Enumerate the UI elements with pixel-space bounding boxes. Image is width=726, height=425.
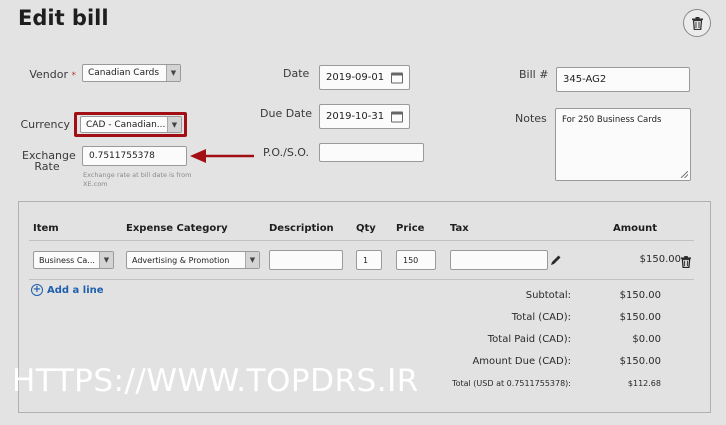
exchange-rate-label: Exchange Rate bbox=[22, 149, 76, 173]
po-so-label: P.O./S.O. bbox=[263, 146, 310, 159]
exchange-rate-hint: Exchange rate at bill date is from XE.co… bbox=[83, 171, 192, 188]
trash-icon bbox=[691, 16, 703, 30]
notes-label: Notes bbox=[515, 112, 547, 125]
notes-textarea[interactable]: For 250 Business Cards bbox=[555, 108, 691, 181]
total-usd-value: $112.68 bbox=[627, 379, 661, 388]
exchange-rate-input[interactable]: 0.7511755378 bbox=[82, 146, 187, 166]
header-divider bbox=[29, 240, 694, 241]
table-row: Business Ca... ▼ Advertising & Promotion… bbox=[19, 242, 709, 278]
add-line-label: Add a line bbox=[47, 284, 104, 296]
add-line-button[interactable]: + Add a line bbox=[31, 284, 104, 296]
total-paid-value: $0.00 bbox=[632, 334, 661, 345]
item-select[interactable]: Business Ca... ▼ bbox=[33, 251, 114, 269]
amount-due-value: $150.00 bbox=[619, 356, 661, 367]
column-header-amount: Amount bbox=[613, 223, 658, 234]
total-cad-value: $150.00 bbox=[619, 312, 661, 323]
bill-number-label: Bill # bbox=[519, 68, 549, 81]
column-header-item: Item bbox=[33, 223, 59, 234]
expense-category-select[interactable]: Advertising & Promotion ▼ bbox=[126, 251, 260, 269]
column-header-expense-category: Expense Category bbox=[126, 223, 228, 234]
subtotal-value: $150.00 bbox=[619, 290, 661, 301]
currency-label: Currency bbox=[20, 118, 70, 131]
notes-value: For 250 Business Cards bbox=[562, 115, 662, 125]
calendar-icon[interactable] bbox=[391, 72, 403, 83]
row-amount: $150.00 bbox=[639, 254, 681, 265]
caret-down-icon: ▼ bbox=[167, 117, 181, 132]
due-date-label: Due Date bbox=[260, 107, 312, 120]
bill-number-input[interactable]: 345-AG2 bbox=[556, 67, 690, 92]
column-header-price: Price bbox=[396, 223, 425, 234]
calendar-icon[interactable] bbox=[391, 111, 403, 122]
po-so-input[interactable] bbox=[319, 143, 424, 162]
due-date-value: 2019-10-31 bbox=[326, 111, 385, 122]
vendor-label: Vendor * bbox=[29, 68, 76, 81]
qty-input[interactable]: 1 bbox=[356, 250, 382, 270]
description-input[interactable] bbox=[269, 250, 343, 270]
subtotal-label: Subtotal: bbox=[525, 290, 571, 301]
pencil-icon[interactable] bbox=[550, 254, 562, 266]
column-header-description: Description bbox=[269, 223, 334, 234]
watermark-text: HTTPS://WWW.TOPDRS.IR bbox=[12, 363, 419, 399]
vendor-select[interactable]: Canadian Cards ▼ bbox=[82, 64, 181, 82]
resize-handle-icon[interactable] bbox=[681, 171, 688, 178]
delete-bill-button[interactable] bbox=[683, 9, 711, 37]
total-paid-label: Total Paid (CAD): bbox=[487, 334, 571, 345]
due-date-input[interactable]: 2019-10-31 bbox=[319, 104, 410, 129]
plus-circle-icon: + bbox=[31, 284, 43, 296]
total-cad-label: Total (CAD): bbox=[511, 312, 571, 323]
expense-category-value: Advertising & Promotion bbox=[132, 255, 230, 265]
caret-down-icon: ▼ bbox=[245, 252, 259, 268]
date-value: 2019-09-01 bbox=[326, 72, 385, 83]
date-input[interactable]: 2019-09-01 bbox=[319, 65, 410, 90]
price-input[interactable]: 150 bbox=[396, 250, 436, 270]
currency-value: CAD - Canadian... bbox=[86, 119, 166, 130]
column-header-tax: Tax bbox=[450, 223, 469, 234]
page-title: Edit bill bbox=[18, 6, 109, 30]
caret-down-icon: ▼ bbox=[99, 252, 113, 268]
column-header-qty: Qty bbox=[356, 223, 376, 234]
caret-down-icon: ▼ bbox=[166, 65, 180, 81]
vendor-value: Canadian Cards bbox=[88, 68, 160, 78]
currency-select[interactable]: CAD - Canadian... ▼ bbox=[80, 116, 182, 133]
date-label: Date bbox=[283, 67, 310, 80]
row-divider bbox=[29, 279, 694, 280]
item-value: Business Ca... bbox=[39, 255, 95, 265]
tax-input[interactable] bbox=[450, 250, 548, 270]
annotation-arrow bbox=[190, 149, 254, 163]
trash-icon[interactable] bbox=[681, 256, 691, 268]
